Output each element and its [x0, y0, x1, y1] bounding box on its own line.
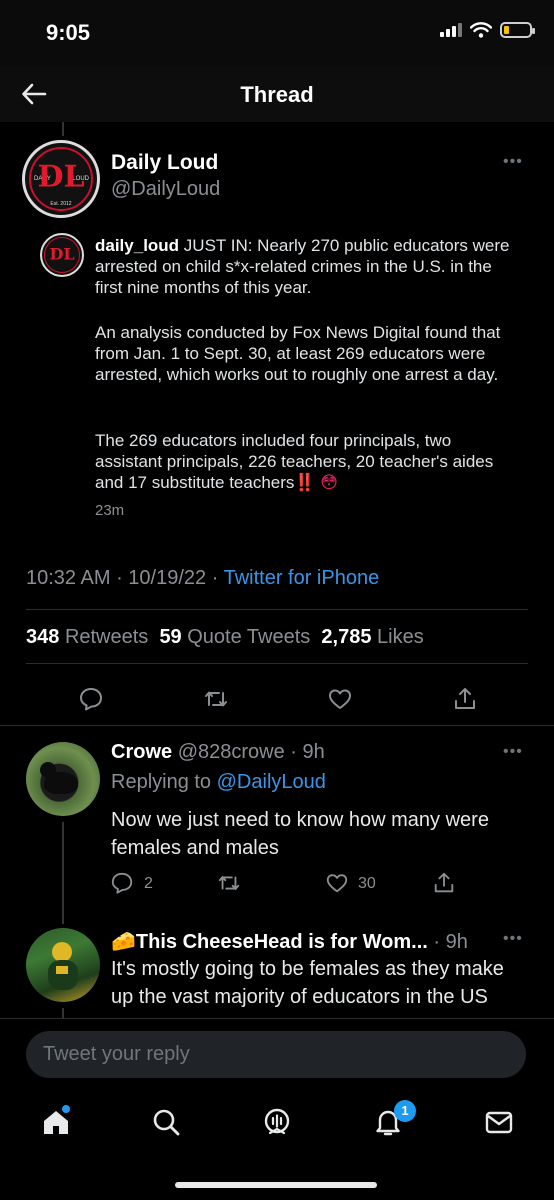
avatar[interactable]: DAILY LOUD DL Est. 2012 — [22, 140, 100, 218]
reply-count: 2 — [144, 875, 153, 892]
spaces-icon — [264, 1108, 290, 1135]
wifi-icon — [470, 22, 492, 38]
status-icons — [440, 22, 535, 38]
comment-icon — [111, 872, 133, 894]
more-horizontal-icon: ••• — [503, 743, 523, 760]
avatar-est: Est. 2012 — [50, 201, 72, 207]
new-content-dot — [62, 1105, 70, 1113]
notifications-badge: 1 — [394, 1100, 416, 1122]
reply-text-clip: It's mostly going to be females as they … — [0, 955, 554, 1018]
heart-icon — [329, 689, 351, 709]
like-button[interactable] — [327, 686, 353, 712]
avatar[interactable] — [26, 742, 100, 816]
search-icon — [153, 1109, 180, 1136]
retweets-label: Retweets — [64, 626, 149, 648]
quotes-stat[interactable]: 59 Quote Tweets — [159, 626, 310, 648]
thread-line-top — [62, 122, 64, 136]
quotes-label: Quote Tweets — [187, 626, 311, 648]
reply-header: 🧀This CheeseHead is for Wom... · 9h — [111, 931, 468, 953]
reply-time: 9h — [302, 741, 325, 763]
reply-author-handle[interactable]: @828crowe — [178, 741, 285, 763]
retweet-icon — [218, 876, 240, 890]
tweet-source-link[interactable]: Twitter for iPhone — [224, 567, 380, 589]
share-button[interactable] — [432, 871, 456, 895]
author-handle[interactable]: @DailyLoud — [111, 178, 220, 201]
replying-to-handle[interactable]: @DailyLoud — [217, 771, 326, 793]
quoted-username: daily_loud — [95, 236, 180, 255]
quotes-count: 59 — [159, 626, 182, 648]
home-indicator[interactable] — [175, 1182, 377, 1188]
tweet-meta: 10:32 AM · 10/19/22 · Twitter for iPhone — [26, 567, 380, 589]
reply-header: Crowe @828crowe · 9h — [111, 741, 325, 763]
likes-stat[interactable]: 2,785 Likes — [321, 626, 423, 648]
page-title: Thread — [240, 82, 314, 107]
likes-count: 2,785 — [321, 626, 372, 648]
share-button[interactable] — [452, 686, 478, 712]
status-time: 9:05 — [46, 20, 91, 45]
reply-compose[interactable] — [26, 1031, 526, 1078]
quoted-avatar-logo: DL — [49, 244, 75, 264]
more-horizontal-icon: ••• — [503, 153, 523, 170]
retweet-button[interactable] — [203, 686, 229, 712]
more-horizontal-icon: ••• — [503, 930, 523, 947]
tweet-date: 10/19/22 — [128, 567, 207, 589]
likes-label: Likes — [377, 626, 424, 648]
retweet-icon — [205, 691, 227, 707]
tab-messages[interactable] — [483, 1106, 515, 1138]
share-icon — [455, 688, 475, 709]
retweets-stat[interactable]: 348 Retweets — [26, 626, 148, 648]
reply-author-name[interactable]: Crowe — [111, 741, 172, 763]
more-options-button[interactable]: ••• — [503, 153, 523, 171]
signal-icon — [440, 23, 462, 37]
reply-text: Now we just need to know how many were f… — [111, 809, 489, 859]
thread-line — [62, 822, 64, 924]
header: Thread — [0, 66, 554, 122]
battery-icon — [500, 22, 535, 38]
share-icon — [434, 872, 454, 893]
status-bar: 9:05 — [0, 0, 554, 66]
more-options-button[interactable]: ••• — [503, 743, 523, 761]
divider — [26, 663, 528, 664]
tweet-time: 10:32 AM — [26, 567, 111, 589]
reply-author-name[interactable]: 🧀This CheeseHead is for Wom... — [111, 931, 428, 953]
retweets-count: 348 — [26, 626, 60, 648]
comment-icon — [80, 688, 102, 711]
paragraph-3-emoji: ‼️ 😳 — [294, 473, 339, 492]
reply-button[interactable] — [110, 871, 134, 895]
divider — [0, 1018, 554, 1019]
author-name[interactable]: Daily Loud — [111, 151, 218, 175]
replying-to-label: Replying to — [111, 771, 212, 793]
like-count: 30 — [358, 875, 376, 892]
avatar-logo: DL — [37, 159, 85, 195]
retweet-button[interactable] — [217, 871, 241, 895]
tab-spaces[interactable] — [261, 1106, 293, 1138]
replying-to: Replying to @DailyLoud — [111, 771, 326, 794]
engagement-stats: 348 Retweets 59 Quote Tweets 2,785 Likes — [26, 626, 424, 649]
tweet-text-paragraph-1: daily_loud JUST IN: Nearly 270 public ed… — [95, 235, 515, 298]
tweet-text-paragraph-3: The 269 educators included four principa… — [95, 430, 515, 493]
heart-icon — [326, 874, 348, 893]
reply-text: It's mostly going to be females as they … — [111, 958, 504, 1008]
tab-search[interactable] — [150, 1106, 182, 1138]
reply-time: 9h — [445, 931, 468, 953]
quoted-time-ago: 23m — [95, 502, 125, 519]
like-button[interactable] — [325, 871, 349, 895]
divider — [0, 725, 554, 726]
reply-input[interactable] — [26, 1031, 526, 1078]
more-options-button[interactable]: ••• — [503, 930, 523, 948]
divider — [26, 609, 528, 610]
tweet-text-paragraph-2: An analysis conducted by Fox News Digita… — [95, 323, 501, 384]
reply-button[interactable] — [78, 686, 104, 712]
quoted-avatar: DL — [40, 233, 84, 277]
mail-icon — [485, 1111, 513, 1134]
